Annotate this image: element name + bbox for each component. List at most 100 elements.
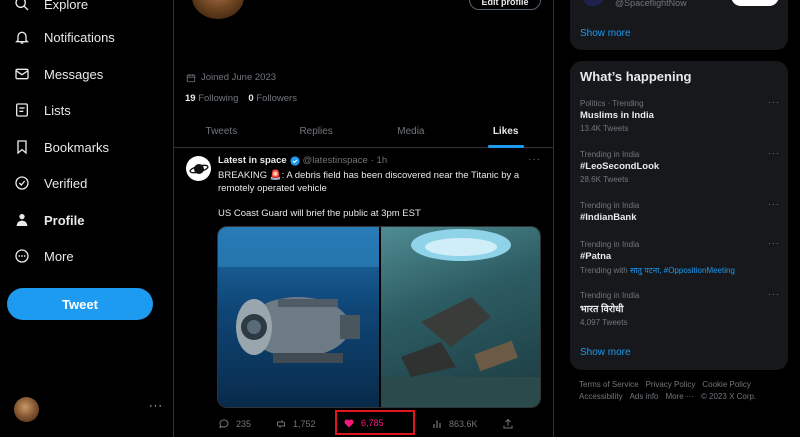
trend-title: #Patna: [580, 251, 612, 262]
nav-item-lists[interactable]: Lists: [14, 97, 71, 123]
bell-icon: [15, 31, 29, 44]
trend-count: 28.6K Tweets: [580, 175, 629, 184]
trend-meta: Trending in India: [580, 240, 640, 249]
tweet-header: Latest in space @latestinspace · 1h: [218, 155, 387, 166]
who-to-follow-show-more[interactable]: Show more: [580, 28, 631, 39]
nav-item-notifications[interactable]: Notifications: [14, 24, 115, 50]
edit-profile-button[interactable]: Edit profile: [469, 0, 541, 10]
trend-more-icon[interactable]: ···: [768, 148, 780, 158]
tab-replies[interactable]: Replies: [269, 116, 364, 147]
heart-filled-icon: [344, 419, 354, 427]
nav-item-bookmarks[interactable]: Bookmarks: [14, 134, 109, 160]
tweet-author-name[interactable]: Latest in space: [218, 155, 287, 166]
trend-meta: Trending in India: [580, 201, 640, 210]
footer-copyright: © 2023 X Corp.: [700, 392, 757, 401]
nav-item-label: Lists: [44, 102, 71, 118]
tweet-more-icon[interactable]: ···: [528, 154, 541, 165]
tweet-actions: 235 1,752 6,785 863.6K: [218, 410, 543, 435]
views-chart-icon: [433, 420, 441, 428]
trend-meta: Trending in India: [580, 291, 640, 300]
nav-item-verified[interactable]: Verified: [14, 170, 87, 196]
profile-avatar[interactable]: [192, 0, 244, 19]
like-count: 6,785: [361, 417, 384, 428]
nav-item-profile[interactable]: Profile: [14, 207, 84, 233]
follow-button[interactable]: [731, 0, 779, 6]
submersible-illustration: [218, 227, 379, 363]
trend-more-icon[interactable]: ···: [768, 97, 780, 107]
views-count: 863.6K: [449, 419, 478, 429]
tweet-author-avatar[interactable]: [186, 156, 211, 181]
tweet-media[interactable]: [217, 226, 541, 408]
trend-count: 13.4K Tweets: [580, 124, 629, 133]
tweet-card[interactable]: Latest in space @latestinspace · 1h ··· …: [174, 148, 553, 437]
footer-ads-link[interactable]: Ads info: [630, 392, 659, 401]
trend-related-prefix: Trending with: [580, 266, 630, 275]
followers-label: Followers: [256, 93, 297, 104]
suggested-account-avatar[interactable]: [582, 0, 604, 6]
followers-count: 0: [248, 93, 254, 104]
who-to-follow-card: @SpaceflightNow Show more: [570, 0, 788, 50]
trend-meta: Politics · Trending: [580, 99, 644, 108]
trend-title: #LeoSecondLook: [580, 161, 660, 172]
followers-link[interactable]: 0 Followers: [248, 93, 297, 104]
trend-item[interactable]: Politics · Trending Muslims in India 13.…: [580, 97, 780, 133]
follow-stats: 19 Following 0 Followers: [185, 93, 297, 104]
footer-accessibility-link[interactable]: Accessibility: [579, 392, 623, 401]
joined-date: Joined June 2023: [186, 72, 276, 83]
search-icon: [15, 0, 29, 11]
suggested-account-handle[interactable]: @SpaceflightNow: [615, 0, 687, 8]
tweet-time[interactable]: · 1h: [371, 155, 387, 166]
account-more-icon[interactable]: ···: [149, 400, 163, 412]
planet-logo-icon: [188, 163, 209, 174]
nav-item-explore[interactable]: Explore: [14, 0, 88, 17]
nav-item-label: Profile: [44, 212, 85, 228]
mail-icon: [15, 68, 29, 80]
tab-tweets[interactable]: Tweets: [174, 116, 269, 147]
nav-item-label: Notifications: [44, 29, 115, 45]
footer-links: Terms of Service Privacy Policy Cookie Pol…: [579, 379, 784, 403]
person-icon: [16, 214, 28, 226]
list-icon: [16, 103, 28, 117]
trend-item[interactable]: Trending in India #Patna Trending with स…: [580, 238, 780, 276]
reply-button[interactable]: 235: [218, 418, 251, 430]
trend-title: Muslims in India: [580, 110, 654, 121]
tweet-author-handle[interactable]: @latestinspace: [303, 155, 368, 166]
footer-more-link[interactable]: More ···: [665, 392, 693, 401]
nav-item-messages[interactable]: Messages: [14, 61, 103, 87]
retweet-button[interactable]: 1,752: [275, 418, 316, 430]
trend-more-icon[interactable]: ···: [768, 289, 780, 299]
submersible-photo[interactable]: [218, 227, 379, 407]
right-sidebar: @SpaceflightNow Show more What’s happeni…: [568, 0, 800, 437]
tab-media[interactable]: Media: [364, 116, 459, 147]
trends-show-more[interactable]: Show more: [580, 347, 631, 358]
nav-item-label: More: [44, 248, 74, 264]
nav-item-label: Messages: [44, 66, 104, 82]
footer-terms-link[interactable]: Terms of Service: [579, 380, 639, 389]
trend-related-links[interactable]: सातु पटना, #OppositionMeeting: [630, 266, 735, 275]
footer-privacy-link[interactable]: Privacy Policy: [646, 380, 696, 389]
trend-item[interactable]: Trending in India भारत विरोधी 4,097 Twee…: [580, 289, 780, 327]
trend-item[interactable]: Trending in India #LeoSecondLook 28.6K T…: [580, 148, 780, 184]
bookmark-icon: [17, 140, 27, 155]
like-button[interactable]: 6,785: [335, 410, 415, 435]
verified-icon: [15, 176, 29, 190]
trend-item[interactable]: Trending in India #IndianBank ···: [580, 199, 780, 223]
reply-icon: [219, 419, 229, 429]
sidebar-nav: Explore Notifications Messages Lists Boo…: [0, 0, 172, 437]
account-avatar[interactable]: [14, 397, 39, 422]
trend-title: #IndianBank: [580, 212, 637, 223]
footer-cookie-link[interactable]: Cookie Policy: [702, 380, 750, 389]
tab-likes[interactable]: Likes: [458, 116, 553, 147]
nav-item-more[interactable]: More: [14, 243, 74, 269]
trend-more-icon[interactable]: ···: [768, 238, 780, 248]
tweet-button[interactable]: Tweet: [7, 288, 153, 320]
trend-more-icon[interactable]: ···: [768, 199, 780, 209]
views-button[interactable]: 863.6K: [431, 418, 478, 430]
following-link[interactable]: 19 Following: [185, 93, 238, 104]
reply-count: 235: [236, 419, 252, 429]
verified-badge-icon: [290, 155, 300, 166]
share-button[interactable]: [502, 418, 514, 430]
debris-photo[interactable]: [381, 227, 540, 407]
trend-related: Trending with सातु पटना, #OppositionMeet…: [580, 265, 780, 276]
trend-count: 4,097 Tweets: [580, 318, 628, 327]
